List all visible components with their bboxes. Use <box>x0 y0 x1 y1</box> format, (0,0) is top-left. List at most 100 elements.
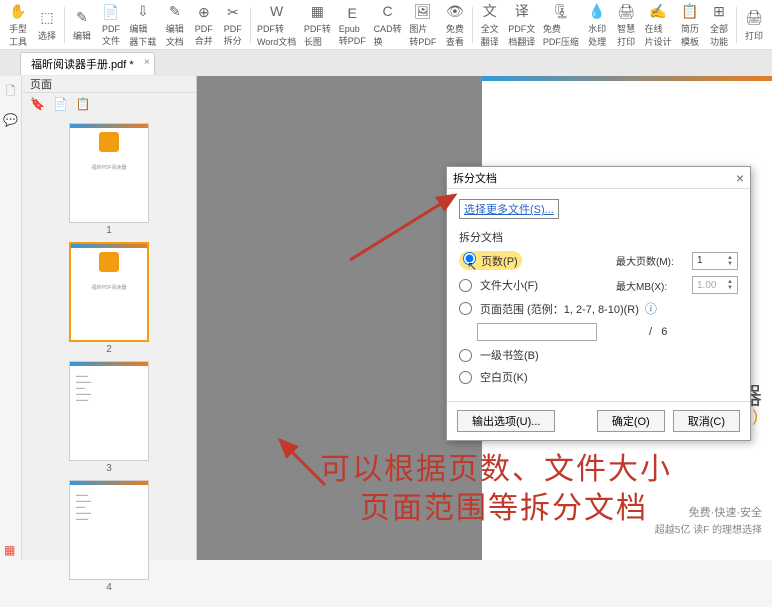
page-fraction: / 6 <box>649 326 667 338</box>
tool-icon: 💧 <box>587 1 607 21</box>
tool-18[interactable]: 🖨智慧打印 <box>612 0 640 50</box>
tool-label: 打印 <box>745 29 763 42</box>
radio-range[interactable] <box>459 302 472 315</box>
radio-filesize-label: 文件大小(F) <box>480 277 556 293</box>
tool-11[interactable]: CCAD转换 <box>370 0 405 50</box>
tool-label: 免费查看 <box>446 22 464 48</box>
thumbnail-3[interactable]: ━━━━━━━━━━━━━━━━━━━━━3 <box>69 361 149 474</box>
tool-15[interactable]: 译PDF文档翻译 <box>505 0 539 50</box>
tool-label: PDF转长图 <box>304 22 331 48</box>
tool-label: PDF文件 <box>102 24 120 47</box>
radio-pages-label: 页数(P) <box>481 256 518 268</box>
tool-5[interactable]: ✎编辑文档 <box>161 0 189 50</box>
copy-icon[interactable]: 📄 <box>53 97 68 111</box>
tool-icon: 📋 <box>680 1 700 21</box>
max-pages-spinner[interactable]: 1 ▲▼ <box>692 252 738 270</box>
thumbnail-4[interactable]: ━━━━━━━━━━━━━━━━━━━━━4 <box>69 480 149 593</box>
radio-blank[interactable] <box>459 371 472 384</box>
tool-13[interactable]: 👁免费查看 <box>441 0 469 50</box>
tool-icon: ✎ <box>165 1 185 21</box>
radio-bookmark[interactable] <box>459 349 472 362</box>
radio-blank-label: 空白页(K) <box>480 369 528 385</box>
tool-12[interactable]: 🖼图片转PDF <box>406 0 440 50</box>
tool-4[interactable]: ⇩编辑器下载 <box>126 0 160 50</box>
max-mb-spinner[interactable]: 1.00 ▲▼ <box>692 276 738 294</box>
doc-footer-1: 免费·快速·安全 <box>689 504 762 520</box>
tool-label: PDF合并 <box>195 24 213 47</box>
tool-icon: ⇩ <box>133 1 153 21</box>
tool-label: 编辑文档 <box>166 22 184 48</box>
tool-20[interactable]: 📋简历模板 <box>676 0 704 50</box>
doc-footer-2: 超越5亿 读F 的理想选择 <box>655 521 762 536</box>
tool-icon: 🖨 <box>744 8 764 28</box>
tool-label: 在线片设计 <box>645 22 672 48</box>
app-icon[interactable]: ▦ <box>4 543 15 557</box>
tool-label: PDF转Word文档 <box>257 22 296 48</box>
tool-label: 全部功能 <box>710 22 728 48</box>
tool-icon: ⬚ <box>37 8 57 28</box>
tool-label: 简历模板 <box>681 22 699 48</box>
paste-icon[interactable]: 📋 <box>76 97 91 111</box>
tool-label: 选择 <box>38 29 56 42</box>
radio-range-label: 页面范围 (范例：1, 2-7, 8-10)(R) <box>480 301 639 317</box>
tool-icon: ✂ <box>223 3 243 23</box>
tool-21[interactable]: ⊞全部功能 <box>705 0 733 50</box>
tool-label: 免费PDF压缩 <box>543 22 579 48</box>
tab-label: 福昕阅读器手册.pdf * <box>31 59 134 71</box>
tool-19[interactable]: ✍在线片设计 <box>641 0 675 50</box>
info-icon[interactable]: ⓘ <box>645 300 657 317</box>
ok-button[interactable]: 确定(O) <box>597 410 665 432</box>
tool-label: PDF文档翻译 <box>508 22 535 48</box>
tool-icon: ⊞ <box>709 1 729 21</box>
range-input[interactable] <box>477 323 597 341</box>
tool-icon: ✋ <box>8 1 28 21</box>
tool-8[interactable]: WPDF转Word文档 <box>254 0 300 50</box>
tool-icon: 文 <box>480 1 500 21</box>
close-icon[interactable]: × <box>736 170 744 186</box>
panel-title: 页面 <box>30 76 52 92</box>
tool-icon: E <box>342 3 362 23</box>
split-dialog: 拆分文档 × 选择更多文件(S)... 拆分文档 页数(P) ↖ 最大页数(M)… <box>446 166 751 441</box>
tool-3[interactable]: 📄PDF文件 <box>97 1 125 49</box>
radio-filesize[interactable] <box>459 279 472 292</box>
section-label: 拆分文档 <box>459 229 738 245</box>
tool-2[interactable]: ✎编辑 <box>68 6 96 44</box>
thumbnail-list: 福昕PDF阅读器1福昕PDF阅读器2━━━━━━━━━━━━━━━━━━━━━3… <box>22 115 196 607</box>
tool-label: CAD转换 <box>374 22 402 48</box>
tab-bar: 福昕阅读器手册.pdf * × <box>0 50 772 76</box>
document-tab[interactable]: 福昕阅读器手册.pdf * × <box>20 52 155 75</box>
output-options-button[interactable]: 输出选项(U)... <box>457 410 555 432</box>
file-icon[interactable]: 🗋 <box>6 82 16 103</box>
bookmark-icon[interactable]: 🔖 <box>30 97 45 111</box>
tool-label: 智慧打印 <box>617 22 635 48</box>
tool-label: 手型工具 <box>9 22 27 48</box>
tool-label: 全文翻译 <box>481 22 499 48</box>
cancel-button[interactable]: 取消(C) <box>673 410 740 432</box>
main-toolbar: ✋手型工具⬚选择✎编辑📄PDF文件⇩编辑器下载✎编辑文档⊕PDF合并✂PDF拆分… <box>0 0 772 50</box>
tool-label: 图片转PDF <box>409 22 436 48</box>
tool-16[interactable]: 🗜免费PDF压缩 <box>540 0 582 50</box>
tool-10[interactable]: EEpub转PDF <box>335 1 369 49</box>
thumbnail-2[interactable]: 福昕PDF阅读器2 <box>69 242 149 355</box>
select-more-files-link[interactable]: 选择更多文件(S)... <box>459 199 559 219</box>
thumb-number: 2 <box>69 344 149 355</box>
max-pages-label: 最大页数(M): <box>616 253 686 268</box>
tool-17[interactable]: 💧水印处理 <box>583 0 611 50</box>
radio-bookmark-label: 一级书签(B) <box>480 347 539 363</box>
tool-14[interactable]: 文全文翻译 <box>476 0 504 50</box>
cursor-icon: ↖ <box>467 259 477 273</box>
tool-icon: W <box>267 1 287 21</box>
tool-9[interactable]: ▦PDF转长图 <box>300 0 334 50</box>
tool-0[interactable]: ✋手型工具 <box>4 0 32 50</box>
tool-icon: C <box>378 1 398 21</box>
tool-1[interactable]: ⬚选择 <box>33 6 61 44</box>
dialog-title: 拆分文档 <box>453 170 497 186</box>
comment-icon[interactable]: 💬 <box>3 113 18 127</box>
tool-7[interactable]: ✂PDF拆分 <box>219 1 247 49</box>
tool-label: 水印处理 <box>588 22 606 48</box>
tool-icon: 译 <box>512 1 532 21</box>
thumbnail-1[interactable]: 福昕PDF阅读器1 <box>69 123 149 236</box>
close-icon[interactable]: × <box>144 57 150 68</box>
tool-6[interactable]: ⊕PDF合并 <box>190 1 218 49</box>
tool-22[interactable]: 🖨打印 <box>740 6 768 44</box>
